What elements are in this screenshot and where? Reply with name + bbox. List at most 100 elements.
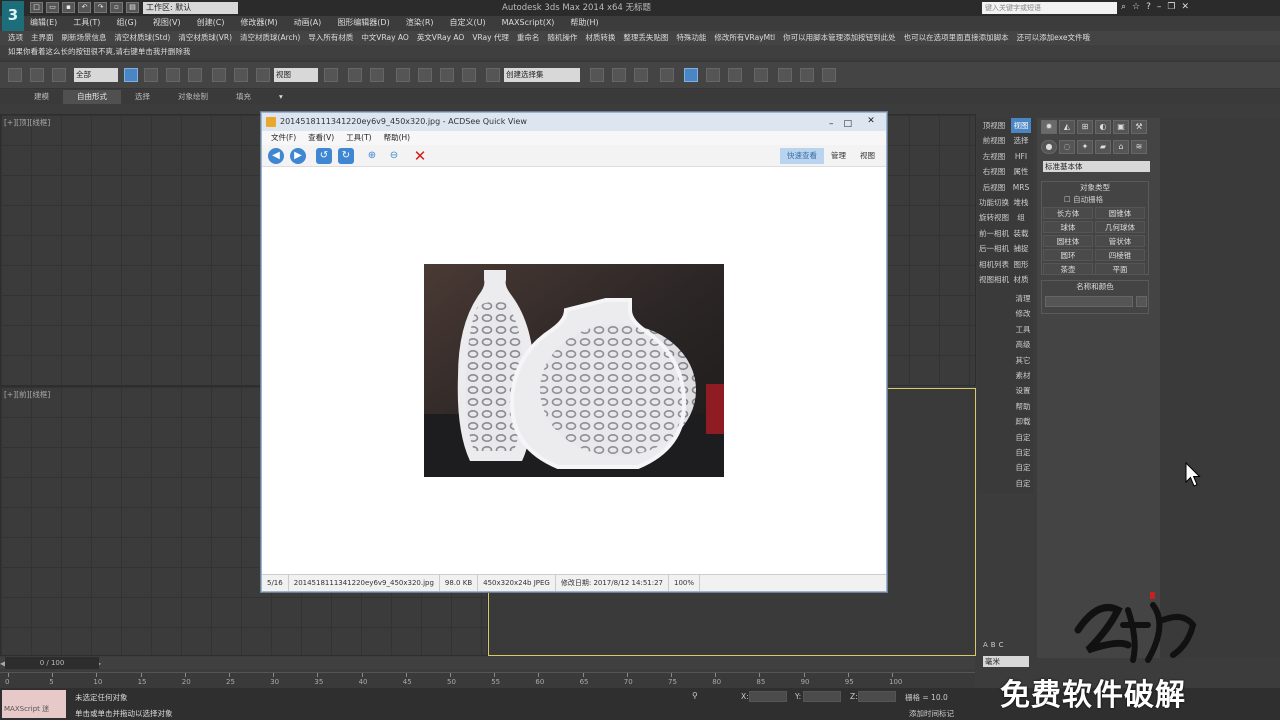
script-button[interactable]: 还可以添加exe文件哦	[1017, 31, 1090, 45]
layer-manager-icon[interactable]	[634, 68, 648, 82]
units-dropdown[interactable]: 毫米	[983, 656, 1029, 667]
restore-icon[interactable]: ❐	[1167, 2, 1175, 13]
acdsee-menu-item[interactable]: 工具(T)	[346, 131, 371, 145]
geometry-icon[interactable]: ●	[1041, 140, 1057, 154]
object-type-button[interactable]: 圆环	[1043, 249, 1093, 261]
selection-filter-dropdown[interactable]: 全部	[74, 68, 118, 82]
ribbon-tab[interactable]: 建模	[20, 90, 63, 104]
delete-icon[interactable]: ✕	[412, 148, 428, 164]
spinner-snap-icon[interactable]	[462, 68, 476, 82]
object-name-field[interactable]	[1045, 296, 1133, 307]
keyboard-shortcut-icon[interactable]	[370, 68, 384, 82]
curve-editor-icon[interactable]	[684, 68, 698, 82]
menu-item[interactable]: 自定义(U)	[450, 16, 486, 30]
cmd-nav-func-button[interactable]: 修改	[1012, 306, 1034, 321]
acdsee-menu-item[interactable]: 查看(V)	[308, 131, 334, 145]
align-icon[interactable]	[612, 68, 626, 82]
script-button[interactable]: 特殊功能	[676, 31, 706, 45]
abc-button[interactable]: C	[999, 641, 1004, 649]
move-icon[interactable]	[212, 68, 226, 82]
reference-coord-dropdown[interactable]: 视图	[274, 68, 318, 82]
save-icon[interactable]: ▪	[62, 2, 75, 13]
cmd-nav-func-button[interactable]: 属性	[1011, 164, 1031, 179]
scale-icon[interactable]	[256, 68, 270, 82]
rotate-right-icon[interactable]: ↻	[338, 148, 354, 164]
acdsee-mode-tab[interactable]: 管理	[824, 148, 853, 164]
name-color-title[interactable]: 名称和颜色	[1042, 281, 1148, 293]
cmd-nav-view-button[interactable]: 后一相机	[977, 241, 1011, 256]
cmd-nav-func-button[interactable]: 捕捉	[1011, 241, 1031, 256]
lock-icon[interactable]: ⚲	[692, 691, 698, 700]
material-editor-icon[interactable]	[728, 68, 742, 82]
hint-bar[interactable]: 如果你看着这么长的按钮很不爽,请右键单击我并删除我	[0, 45, 1280, 58]
cameras-icon[interactable]: ▰	[1095, 140, 1111, 154]
cmd-nav-view-button[interactable]: 相机列表	[977, 257, 1011, 272]
ribbon-tab[interactable]: 对象绘制	[164, 90, 222, 104]
render-teapot-icon[interactable]	[822, 68, 836, 82]
script-button[interactable]: 修改所有VRayMtl	[714, 31, 775, 45]
cmd-nav-func-button[interactable]: 图形	[1011, 257, 1031, 272]
menu-item[interactable]: 图形编辑器(D)	[337, 16, 389, 30]
abc-button[interactable]: A	[983, 641, 988, 649]
minimize-icon[interactable]: –	[1157, 2, 1162, 13]
cmd-nav-func-button[interactable]: 堆栈	[1011, 195, 1031, 210]
cmd-nav-view-button[interactable]: 前一相机	[977, 226, 1011, 241]
menu-item[interactable]: 创建(C)	[197, 16, 225, 30]
object-type-button[interactable]: 长方体	[1043, 207, 1093, 219]
star-icon[interactable]: ☆	[1132, 2, 1140, 13]
acdsee-image-area[interactable]	[262, 167, 886, 574]
menu-item[interactable]: 动画(A)	[294, 16, 322, 30]
x-coord-field[interactable]	[749, 691, 787, 702]
menu-item[interactable]: 渲染(R)	[406, 16, 434, 30]
acdsee-mode-tab[interactable]: 视图	[853, 148, 882, 164]
cmd-nav-func-button[interactable]: 高级	[1012, 337, 1034, 352]
script-button[interactable]: 导入所有材质	[308, 31, 353, 45]
cmd-nav-func-button[interactable]: 素材	[1012, 368, 1034, 383]
object-type-button[interactable]: 平面	[1095, 263, 1145, 275]
unlink-icon[interactable]	[30, 68, 44, 82]
select-manipulate-icon[interactable]	[348, 68, 362, 82]
script-button[interactable]: 重命名	[517, 31, 540, 45]
time-slider[interactable]: 0 / 100	[5, 657, 99, 669]
pivot-center-icon[interactable]	[324, 68, 338, 82]
shapes-icon[interactable]: ◌	[1059, 140, 1075, 154]
object-type-button[interactable]: 茶壶	[1043, 263, 1093, 275]
cmd-nav-func-button[interactable]: 卸载	[1012, 414, 1034, 429]
primitive-category-dropdown[interactable]: 标准基本体	[1043, 161, 1150, 172]
help-icon[interactable]: ?	[1146, 2, 1151, 13]
cmd-nav-view-button[interactable]: 左视图	[977, 149, 1011, 164]
cmd-nav-view-button[interactable]: 右视图	[977, 164, 1011, 179]
ribbon-tab[interactable]: 选择	[121, 90, 164, 104]
cmd-nav-func-button[interactable]: 材质	[1011, 272, 1031, 287]
project-folder-icon[interactable]: ▤	[126, 2, 139, 13]
redo-icon[interactable]: ↷	[94, 2, 107, 13]
maxscript-listener[interactable]: MAXScript 迷	[2, 690, 66, 718]
cmd-nav-func-button[interactable]: 其它	[1012, 353, 1034, 368]
rectangle-selection-icon[interactable]	[166, 68, 180, 82]
cmd-nav-func-button[interactable]: HFI	[1011, 149, 1031, 164]
workspace-dropdown[interactable]: 工作区: 默认	[143, 2, 238, 14]
script-button[interactable]: 选项	[8, 31, 23, 45]
menu-item[interactable]: 编辑(E)	[30, 16, 57, 30]
object-type-button[interactable]: 四棱锥	[1095, 249, 1145, 261]
script-button[interactable]: 随机操作	[547, 31, 577, 45]
add-time-tag-button[interactable]: 添加时间标记	[909, 708, 954, 719]
script-button[interactable]: 英文VRay AO	[417, 31, 465, 45]
viewport-top-label[interactable]: [+][顶][线框]	[4, 117, 50, 128]
acdsee-mode-tab[interactable]: 快速查看	[780, 148, 824, 164]
menu-item[interactable]: 组(G)	[116, 16, 136, 30]
lights-icon[interactable]: ✦	[1077, 140, 1093, 154]
close-icon[interactable]: ✕	[1181, 2, 1189, 13]
percent-snap-icon[interactable]	[440, 68, 454, 82]
ribbon-tab[interactable]: 自由形式	[63, 90, 121, 104]
cmd-nav-func-button[interactable]: 自定	[1012, 460, 1034, 475]
cmd-nav-func-button[interactable]: 自定	[1012, 445, 1034, 460]
render-setup-icon[interactable]	[754, 68, 768, 82]
cmd-nav-func-button[interactable]: 自定	[1012, 476, 1034, 491]
select-object-icon[interactable]	[124, 68, 138, 82]
menu-item[interactable]: MAXScript(X)	[502, 16, 555, 30]
script-button[interactable]: 中文VRay AO	[361, 31, 409, 45]
cmd-nav-func-button[interactable]: 选择	[1011, 133, 1031, 148]
cmd-nav-func-button[interactable]: 视图	[1011, 118, 1031, 134]
acdsee-close-icon[interactable]: ✕	[862, 115, 880, 127]
